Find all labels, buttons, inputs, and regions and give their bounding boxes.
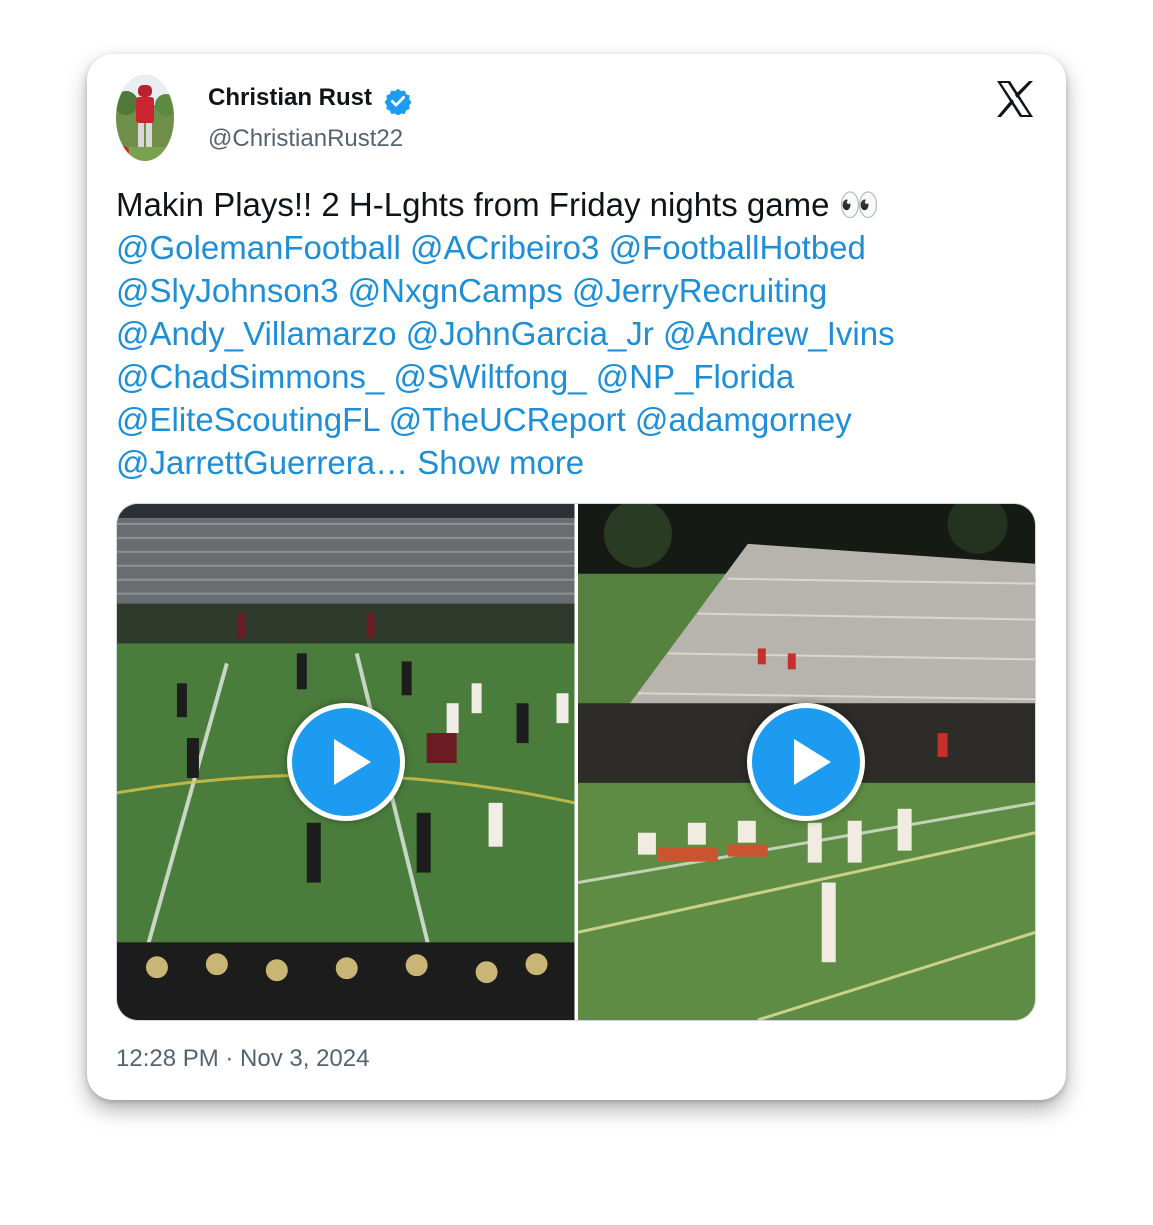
mention-link[interactable]: @ChadSimmons_: [116, 358, 384, 395]
x-logo-icon[interactable]: [995, 80, 1035, 118]
tweet-card[interactable]: Christian Rust @ChristianRust22 Makin Pl…: [87, 54, 1066, 1100]
play-button[interactable]: [286, 703, 405, 821]
mention-link[interactable]: @JarrettGuerrera…: [116, 444, 408, 481]
mention-link[interactable]: @SWiltfong_: [393, 358, 586, 395]
mention-link[interactable]: @EliteScoutingFL: [116, 401, 379, 438]
avatar[interactable]: [116, 75, 174, 161]
mention-link[interactable]: @Andrew_Ivins: [663, 315, 895, 352]
author-handle[interactable]: @ChristianRust22: [208, 125, 403, 153]
mention-line: @SlyJohnson3 @NxgnCamps @JerryRecruiting: [116, 269, 1036, 312]
mention-line: @JarrettGuerrera… Show more: [116, 441, 1036, 484]
video-thumbnail[interactable]: [117, 504, 575, 1020]
mention-link[interactable]: @GolemanFootball: [116, 229, 401, 266]
mention-link[interactable]: @Andy_Villamarzo: [116, 315, 397, 352]
media-grid: [116, 503, 1036, 1021]
verified-badge-icon: [384, 88, 412, 115]
show-more-link[interactable]: Show more: [417, 444, 584, 481]
mention-line: @GolemanFootball @ACribeiro3 @FootballHo…: [116, 226, 1036, 269]
play-button[interactable]: [747, 703, 866, 821]
mention-link[interactable]: @TheUCReport: [389, 401, 626, 438]
mention-line: @Andy_Villamarzo @JohnGarcia_Jr @Andrew_…: [116, 312, 1036, 355]
mention-link[interactable]: @ACribeiro3: [410, 229, 599, 266]
mention-link[interactable]: @NxgnCamps: [348, 272, 563, 309]
tweet-timestamp[interactable]: 12:28 PM · Nov 3, 2024: [116, 1045, 369, 1073]
play-icon: [794, 739, 832, 785]
football-player-avatar: [116, 75, 174, 161]
mention-link[interactable]: @NP_Florida: [596, 358, 795, 395]
mention-link[interactable]: @FootballHotbed: [609, 229, 866, 266]
mention-link[interactable]: @adamgorney: [635, 401, 852, 438]
mention-link[interactable]: @JohnGarcia_Jr: [406, 315, 654, 352]
mention-link[interactable]: @JerryRecruiting: [572, 272, 827, 309]
mention-line: @EliteScoutingFL @TheUCReport @adamgorne…: [116, 398, 1036, 441]
mention-line: @ChadSimmons_ @SWiltfong_ @NP_Florida: [116, 355, 1036, 398]
tweet-text: Makin Plays!! 2 H-Lghts from Friday nigh…: [116, 183, 1036, 484]
mention-link[interactable]: @SlyJohnson3: [116, 272, 338, 309]
play-icon: [333, 739, 371, 785]
video-thumbnail[interactable]: [577, 504, 1035, 1020]
tweet-text-lead: Makin Plays!! 2 H-Lghts from Friday nigh…: [116, 186, 880, 223]
author-name[interactable]: Christian Rust: [208, 84, 372, 112]
